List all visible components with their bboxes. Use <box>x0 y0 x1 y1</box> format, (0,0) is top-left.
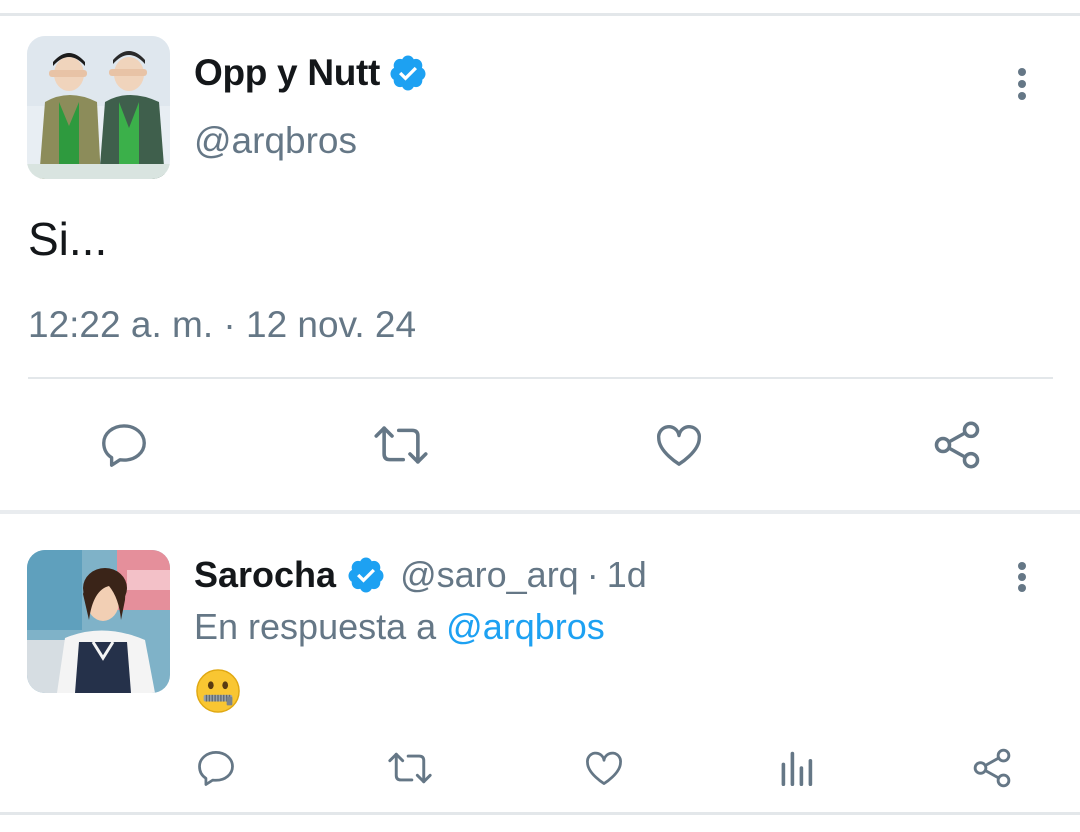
bottom-separator <box>0 812 1080 832</box>
retweet-icon <box>374 426 428 464</box>
avatar-photo-icon <box>27 550 170 693</box>
like-icon <box>586 751 622 785</box>
like-icon <box>657 425 701 466</box>
reply-icon <box>102 424 146 467</box>
avatar[interactable] <box>27 550 170 693</box>
avatar-photo-icon <box>27 36 170 179</box>
separator-dot: · <box>586 554 599 595</box>
avatar[interactable] <box>27 36 170 179</box>
author-name[interactable]: Opp y Nutt <box>194 52 380 94</box>
verified-badge-icon <box>390 55 426 91</box>
verified-badge-icon <box>348 557 384 593</box>
share-icon <box>934 421 980 469</box>
author-name[interactable]: Sarocha <box>194 554 336 596</box>
main-tweet: Opp y Nutt @arqbros Si... 12:22 a. m. · … <box>0 16 1080 510</box>
more-options-icon[interactable] <box>1012 66 1032 102</box>
top-separator <box>0 0 1080 16</box>
reply-author-row: Sarocha @saro_arq · 1d <box>194 554 647 596</box>
replying-to: En respuesta a @arqbros <box>194 606 605 648</box>
replying-to-label: En respuesta a <box>194 606 437 647</box>
tweet-timestamp[interactable]: 12:22 a. m. · 12 nov. 24 <box>28 304 416 346</box>
reply-icon <box>198 751 234 786</box>
divider <box>28 377 1053 379</box>
share-button[interactable] <box>928 416 986 474</box>
analytics-icon <box>781 751 813 786</box>
retweet-button[interactable] <box>384 744 436 792</box>
zipper-mouth-face-icon <box>196 669 240 713</box>
share-button[interactable] <box>968 744 1016 792</box>
retweet-button[interactable] <box>371 416 431 474</box>
author-handle[interactable]: @arqbros <box>194 120 357 162</box>
reply-button[interactable] <box>192 744 240 792</box>
retweet-icon <box>388 752 432 784</box>
reply-button[interactable] <box>95 416 153 474</box>
analytics-button[interactable] <box>776 746 816 790</box>
tweet-age[interactable]: 1d <box>607 554 647 596</box>
like-button[interactable] <box>650 416 708 474</box>
author-row: Opp y Nutt <box>194 52 428 94</box>
reply-tweet[interactable]: Sarocha @saro_arq · 1d En respuesta a @ar… <box>0 514 1080 812</box>
share-icon <box>973 748 1011 788</box>
tweet-text: Si... <box>28 213 108 265</box>
author-handle[interactable]: @saro_arq <box>400 554 579 596</box>
like-button[interactable] <box>580 744 628 792</box>
more-options-icon[interactable] <box>1012 560 1032 594</box>
mention-link[interactable]: @arqbros <box>446 606 605 647</box>
